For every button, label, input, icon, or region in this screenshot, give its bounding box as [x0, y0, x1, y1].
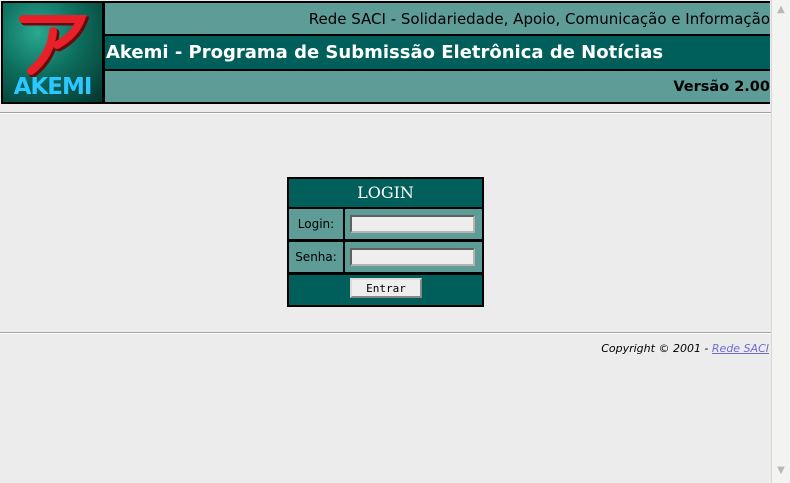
akemi-logo-glyph-icon — [19, 15, 89, 77]
login-input[interactable] — [350, 215, 475, 233]
version-label: Versão 2.00 — [673, 78, 770, 95]
page-header: AKEMI Rede SACI - Solidariedade, Apoio, … — [1, 1, 770, 104]
organization-bar: Rede SACI - Solidariedade, Apoio, Comuni… — [105, 3, 770, 34]
login-field-cell — [345, 209, 482, 239]
page-viewport: AKEMI Rede SACI - Solidariedade, Apoio, … — [0, 0, 771, 483]
password-input[interactable] — [350, 248, 475, 266]
scroll-down-arrow-icon[interactable]: ▼ — [773, 463, 789, 479]
page-title: Akemi - Programa de Submissão Eletrônica… — [106, 42, 664, 63]
title-bar: Akemi - Programa de Submissão Eletrônica… — [105, 36, 770, 69]
organization-name: Rede SACI - Solidariedade, Apoio, Comuni… — [308, 9, 770, 28]
rede-saci-link[interactable]: Rede SACI — [712, 342, 769, 355]
login-label: Login: — [289, 209, 343, 239]
password-label: Senha: — [289, 242, 343, 272]
copyright-text: Copyright © 2001 - — [601, 342, 712, 355]
password-field-cell — [345, 242, 482, 272]
akemi-logo-text: AKEMI — [13, 74, 93, 100]
login-form: LOGIN Login: Senha: Entrar — [287, 177, 484, 307]
submit-row: Entrar — [289, 275, 482, 305]
copyright-notice: Copyright © 2001 - Rede SACI — [601, 342, 769, 355]
akemi-logo: AKEMI — [3, 3, 102, 102]
vertical-scrollbar[interactable]: ▲ ▼ — [771, 0, 790, 483]
version-bar: Versão 2.00 — [105, 71, 770, 102]
top-divider — [0, 112, 771, 114]
enter-button[interactable]: Entrar — [350, 278, 422, 298]
scroll-up-arrow-icon[interactable]: ▲ — [773, 2, 789, 18]
login-title: LOGIN — [289, 179, 482, 207]
bottom-divider — [0, 332, 771, 334]
